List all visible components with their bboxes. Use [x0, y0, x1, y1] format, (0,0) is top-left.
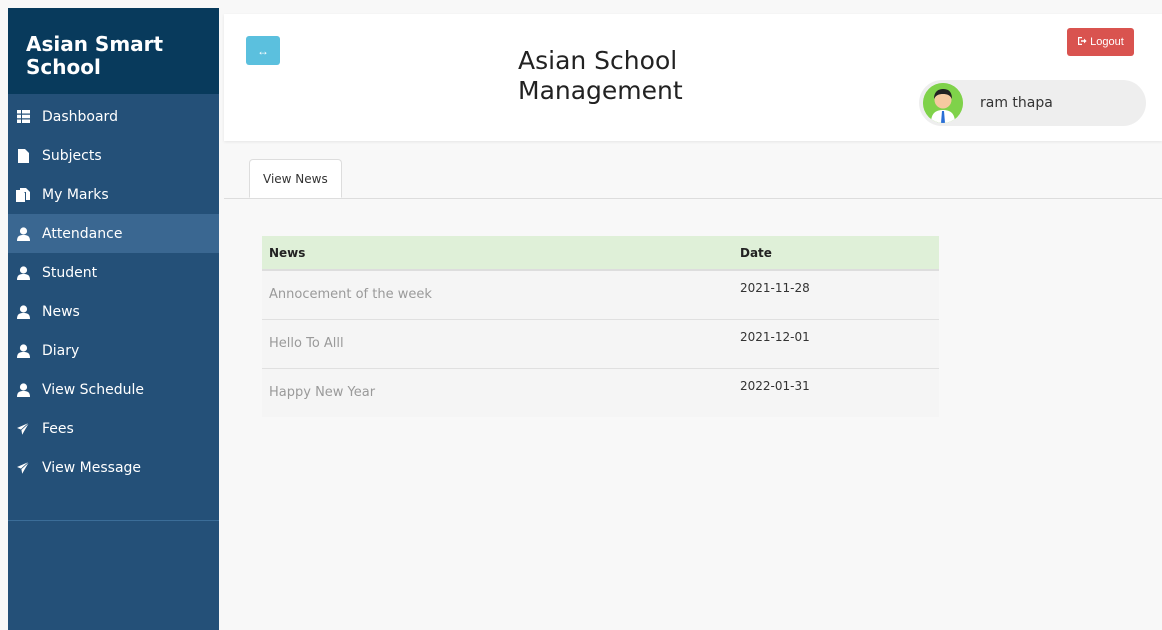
sidebar-item-attendance[interactable]: Attendance [8, 214, 219, 253]
user-name: ram thapa [980, 95, 1053, 111]
file-icon [16, 148, 30, 163]
sidebar-item-student[interactable]: Student [8, 253, 219, 292]
tab-view-news[interactable]: View News [249, 159, 342, 198]
user-icon [16, 226, 30, 241]
sidebar-divider [8, 520, 219, 521]
send-icon [16, 421, 30, 436]
table-row[interactable]: Hello To Alll 2021-12-01 [262, 318, 939, 368]
news-title: Happy New Year [262, 367, 733, 417]
sidebar-item-label: Student [42, 264, 98, 281]
column-header-date: Date [733, 236, 939, 271]
sidebar-item-label: Dashboard [42, 108, 118, 125]
logout-label: Logout [1090, 36, 1124, 48]
logout-button[interactable]: Logout [1067, 28, 1134, 56]
arrows-horizontal-icon: ↔ [257, 43, 269, 58]
page-title: Asian School Management [518, 46, 683, 105]
table-row[interactable]: Happy New Year 2022-01-31 [262, 367, 939, 417]
top-header: ↔ Asian School Management Logout ram tha… [224, 14, 1162, 141]
news-title: Annocement of the week [262, 269, 733, 319]
user-icon [16, 343, 30, 358]
sidebar-item-my-marks[interactable]: My Marks [8, 175, 219, 214]
news-date: 2022-01-31 [733, 367, 939, 417]
sidebar-item-label: Subjects [42, 147, 102, 164]
news-date: 2021-11-28 [733, 269, 939, 319]
user-icon [16, 304, 30, 319]
sidebar-item-label: My Marks [42, 186, 109, 203]
th-list-icon [16, 110, 30, 124]
table-row[interactable]: Annocement of the week 2021-11-28 [262, 269, 939, 319]
user-icon [16, 265, 30, 280]
tab-bar: View News [224, 158, 1162, 199]
sidebar-item-fees[interactable]: Fees [8, 409, 219, 448]
sidebar-nav: Dashboard Subjects My Marks Attendance S… [8, 94, 219, 487]
news-date: 2021-12-01 [733, 318, 939, 368]
sidebar: Asian Smart School Dashboard Subjects My… [8, 8, 219, 630]
column-header-news: News [262, 236, 733, 271]
sidebar-item-label: Attendance [42, 225, 123, 242]
sidebar-item-view-schedule[interactable]: View Schedule [8, 370, 219, 409]
sidebar-item-view-message[interactable]: View Message [8, 448, 219, 487]
sidebar-item-label: News [42, 303, 80, 320]
logout-icon [1077, 36, 1087, 49]
sidebar-item-news[interactable]: News [8, 292, 219, 331]
sidebar-item-diary[interactable]: Diary [8, 331, 219, 370]
brand-title[interactable]: Asian Smart School [8, 8, 219, 94]
sidebar-item-label: View Message [42, 459, 142, 476]
sidebar-item-label: View Schedule [42, 381, 145, 398]
files-icon [16, 187, 30, 202]
send-icon [16, 460, 30, 475]
table-header-row: News Date [262, 236, 939, 271]
user-profile[interactable]: ram thapa [919, 80, 1146, 126]
news-table: News Date Annocement of the week 2021-11… [262, 236, 939, 417]
user-icon [16, 382, 30, 397]
sidebar-toggle-button[interactable]: ↔ [246, 36, 280, 65]
sidebar-item-dashboard[interactable]: Dashboard [8, 97, 219, 136]
sidebar-item-label: Diary [42, 342, 80, 359]
sidebar-item-subjects[interactable]: Subjects [8, 136, 219, 175]
avatar [923, 83, 963, 123]
sidebar-item-label: Fees [42, 420, 74, 437]
news-title: Hello To Alll [262, 318, 733, 368]
